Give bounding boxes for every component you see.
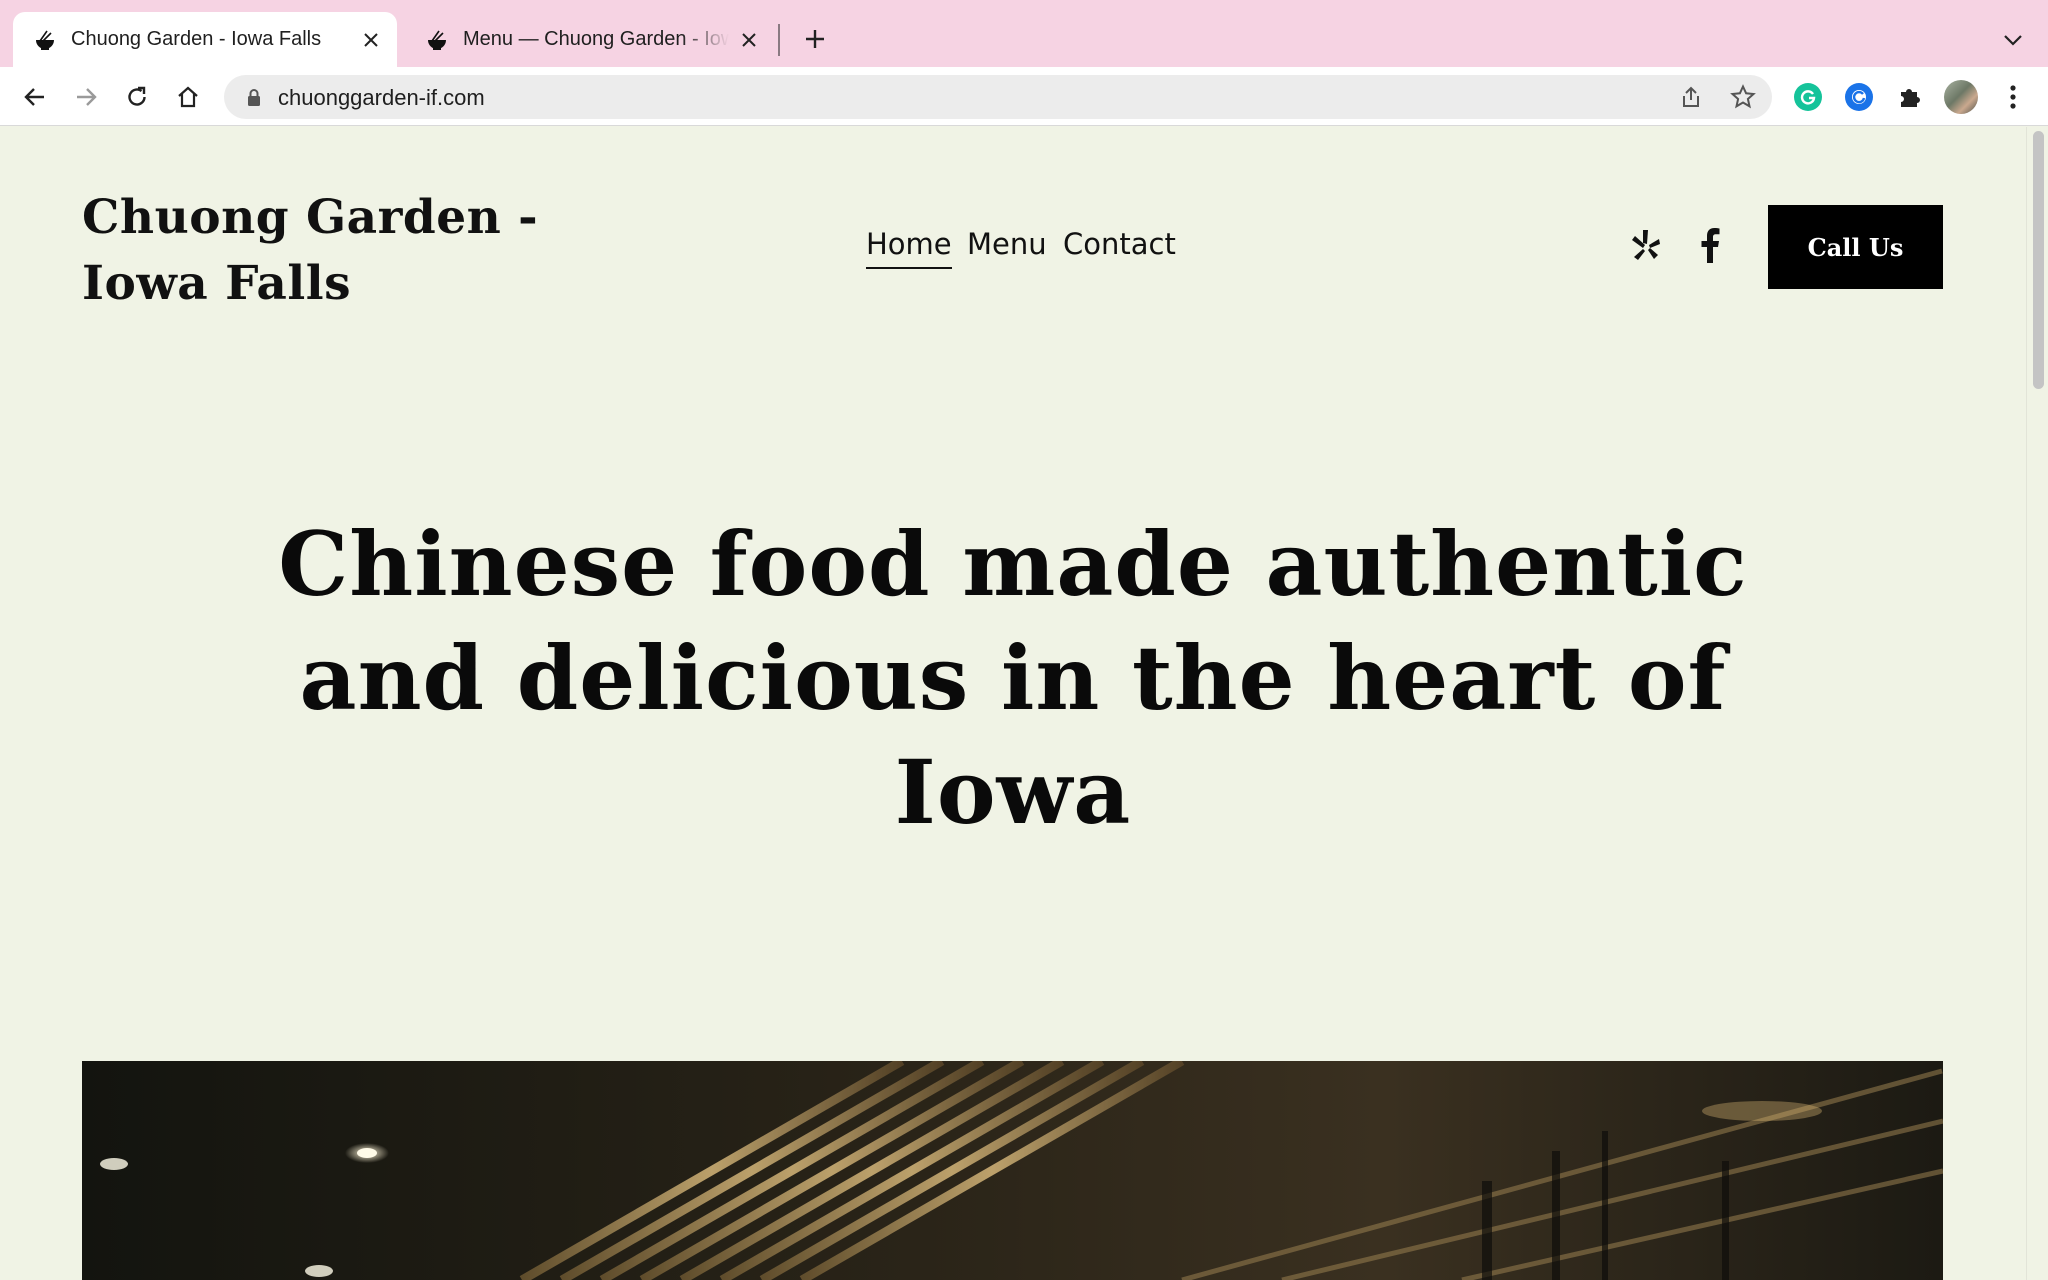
more-vertical-icon[interactable] [1996, 80, 2030, 114]
extensions-puzzle-icon[interactable] [1896, 83, 1924, 111]
close-tab-icon[interactable] [737, 28, 761, 52]
tab-search-chevron-down-icon[interactable] [1999, 26, 2027, 54]
yelp-icon[interactable] [1627, 226, 1663, 264]
browser-toolbar: chuonggarden-if.com [0, 67, 2048, 126]
nav-link-menu[interactable]: Menu [967, 227, 1047, 261]
scrollbar-thumb[interactable] [2033, 131, 2044, 389]
site-title[interactable]: Chuong Garden - Iowa Falls [82, 185, 642, 317]
address-bar[interactable]: chuonggarden-if.com [224, 75, 1772, 119]
restaurant-interior-photo [82, 1061, 1943, 1280]
home-icon[interactable] [171, 80, 205, 114]
facebook-icon[interactable] [1692, 226, 1728, 264]
nav-link-home[interactable]: Home [866, 227, 952, 269]
tab-title: Menu — Chuong Garden - Iowa Falls [463, 28, 729, 50]
profile-avatar[interactable] [1944, 80, 1978, 114]
lock-icon[interactable] [244, 87, 264, 107]
bookmark-star-icon[interactable] [1730, 84, 1756, 110]
page-scrollbar[interactable] [2026, 127, 2048, 1280]
page-viewport: Chuong Garden - Iowa Falls Home Menu Con… [0, 127, 2026, 1280]
forward-arrow-icon[interactable] [69, 80, 103, 114]
browser-tab-strip: Chuong Garden - Iowa Falls Menu — Chuong… [0, 0, 2048, 67]
tab-separator [778, 24, 780, 56]
nav-link-contact[interactable]: Contact [1063, 227, 1176, 261]
reload-icon[interactable] [120, 80, 154, 114]
call-us-button[interactable]: Call Us [1768, 205, 1943, 289]
browser-tab-active[interactable]: Chuong Garden - Iowa Falls [13, 12, 397, 67]
g-extension-icon[interactable] [1845, 83, 1873, 111]
tab-title: Chuong Garden - Iowa Falls [71, 28, 322, 50]
new-tab-plus-icon[interactable] [800, 24, 830, 54]
close-tab-icon[interactable] [359, 28, 383, 52]
share-icon[interactable] [1679, 85, 1703, 109]
hero-heading: Chinese food made authentic and deliciou… [278, 512, 1748, 844]
url-text[interactable]: chuonggarden-if.com [278, 85, 485, 111]
grammarly-extension-icon[interactable] [1794, 83, 1822, 111]
browser-tab-inactive[interactable]: Menu — Chuong Garden - Iowa Falls [405, 12, 775, 67]
back-arrow-icon[interactable] [18, 80, 52, 114]
bowl-favicon-icon [425, 28, 449, 52]
bowl-favicon-icon [33, 28, 57, 52]
